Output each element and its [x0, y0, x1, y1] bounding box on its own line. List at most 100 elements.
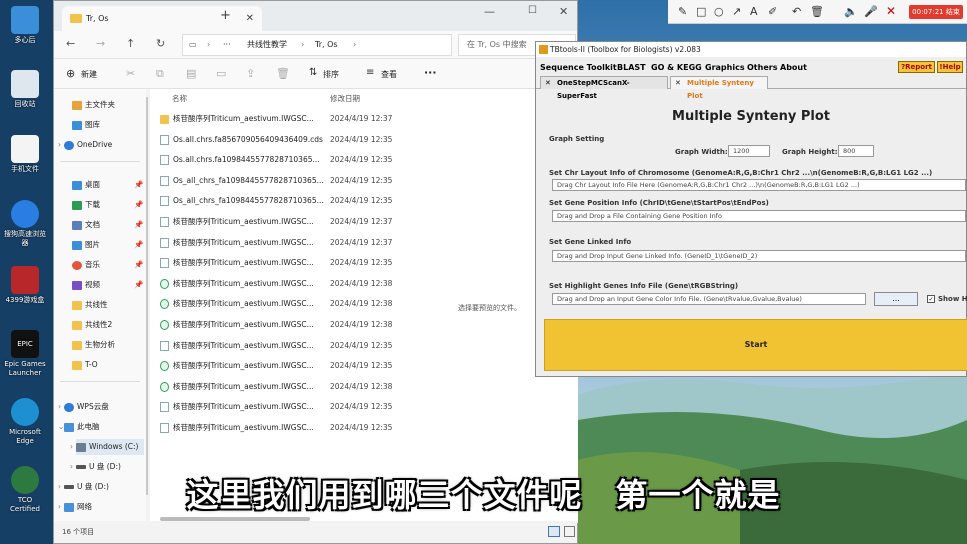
desktop-icon-sogou-browser[interactable]: 搜狗高速浏览器	[2, 200, 48, 248]
desktop-icon-game[interactable]: 4399游戏盒	[2, 266, 48, 305]
sidebar-item-pictures[interactable]: 图片 📌	[72, 237, 143, 253]
paste-icon[interactable]: ▤	[186, 67, 196, 80]
file-row[interactable]: 核苷酸序列Triticum_aestivum.IWGSC... 2024/4/19…	[160, 399, 430, 415]
file-row[interactable]: 核苷酸序列Triticum_aestivum.IWGSC... 2024/4/19…	[160, 235, 430, 251]
sidebar-item-music[interactable]: 音乐 📌	[72, 257, 143, 273]
breadcrumb-1[interactable]: 共线性教学	[247, 35, 287, 55]
undo-icon[interactable]: ↶	[792, 5, 801, 18]
recording-timer[interactable]: 00:07:21 结束	[909, 5, 963, 19]
up-icon[interactable]: ↑	[126, 37, 135, 50]
file-row[interactable]: 核苷酸序列Triticum_aestivum.IWGSC... 2024/4/19…	[160, 296, 430, 312]
menu-sequence-toolkit[interactable]: Sequence Toolkit	[540, 60, 617, 75]
file-row[interactable]: Os_all_chrs_fa109844557782871​0365... 202…	[160, 193, 430, 209]
sidebar-item-videos[interactable]: 视频 📌	[72, 277, 143, 293]
trash-icon[interactable]: 🗑	[276, 67, 290, 80]
file-row[interactable]: Os.all.chrs.fa85670905640943​6409.cds 202…	[160, 132, 430, 148]
window-close-icon[interactable]: ✕	[559, 5, 568, 18]
gene-linked-input[interactable]: Drag and Drop Input Gene Linked Info. (G…	[552, 250, 966, 262]
desktop-icon-edge[interactable]: Microsoft Edge	[2, 398, 48, 446]
sidebar-item-folder-3[interactable]: 生物分析	[72, 337, 115, 353]
circle-icon[interactable]: ○	[714, 5, 724, 18]
sidebar-item-gallery[interactable]: 图库	[72, 117, 100, 133]
explorer-tab[interactable]: Tr, Os ✕	[62, 6, 262, 31]
file-row[interactable]: 核苷酸序列Triticum_aestivum.IWGSC... 2024/4/19…	[160, 358, 430, 374]
sort-button[interactable]: 排序	[323, 69, 339, 80]
close-tab-icon[interactable]: ✕	[545, 77, 551, 90]
delete-icon[interactable]: 🗑	[810, 5, 824, 18]
menu-others[interactable]: Others	[747, 60, 777, 75]
sidebar-item-home[interactable]: 主文件夹	[72, 97, 115, 113]
file-row[interactable]: 核苷酸序列Triticum_aestivum.IWGSC... 2024/4/19…	[160, 338, 430, 354]
sidebar-item-folder-4[interactable]: T-O	[72, 357, 98, 373]
close-icon[interactable]: ✕	[886, 4, 896, 18]
new-button[interactable]: 新建	[81, 69, 97, 80]
file-row[interactable]: Os.all.chrs.fa109844557782871​0365... 202…	[160, 152, 430, 168]
desktop-icon-recycle-bin[interactable]: 回收站	[2, 70, 48, 109]
breadcrumb-2[interactable]: Tr, Os	[315, 35, 338, 55]
address-bar[interactable]: ▭ › ··· 共线性教学 › Tr, Os ›	[182, 34, 452, 56]
sidebar-item-wps[interactable]: › WPS云盘	[58, 399, 109, 415]
view-button[interactable]: 查看	[381, 69, 397, 80]
file-row[interactable]: Os_all_chrs_fa109844557782871​0365... 202…	[160, 173, 430, 189]
highlight-genes-input[interactable]: Drag and Drop an Input Gene Color Info F…	[552, 293, 866, 305]
sidebar-item-onedrive[interactable]: › OneDrive	[58, 137, 112, 153]
arrow-icon[interactable]: ↗	[732, 5, 741, 18]
highlighter-icon[interactable]: ✐	[768, 5, 777, 18]
pen-icon[interactable]: ✎	[678, 5, 687, 18]
file-row[interactable]: 核苷酸序列Triticum_aestivum.IWGSC... 2024/4/19…	[160, 276, 430, 292]
desktop-icon-computer[interactable]: 多心后	[2, 6, 48, 45]
desktop-icon-file[interactable]: 手机文件	[2, 135, 48, 174]
file-row[interactable]: 核苷酸序列Triticum_aestivum.IWGSC... 2024/4/19…	[160, 255, 430, 271]
sidebar-item-folder-2[interactable]: 共线性2	[72, 317, 112, 333]
close-tab-icon[interactable]: ✕	[246, 6, 254, 31]
chr-layout-input[interactable]: Drag Chr Layout Info File Here (GenomeA:…	[552, 179, 966, 191]
start-button[interactable]: Start	[544, 319, 967, 371]
forward-icon[interactable]: →	[96, 37, 105, 50]
column-header-name[interactable]: 名称	[172, 93, 187, 104]
graph-height-input[interactable]: 800	[838, 145, 874, 157]
file-row[interactable]: 核苷酸序列Triticum_aestivum.IWGSC... 2024/4/19…	[160, 379, 430, 395]
sidebar-item-documents[interactable]: 文档 📌	[72, 217, 143, 233]
rectangle-icon[interactable]: □	[696, 5, 706, 18]
column-header-date[interactable]: 修改日期	[330, 93, 360, 104]
maximize-icon[interactable]: ☐	[528, 5, 537, 16]
cut-icon[interactable]: ✂	[126, 67, 135, 80]
sidebar-item-drive-c[interactable]: › Windows (C:)	[70, 439, 144, 455]
tab-multiple-synteny-plot[interactable]: ✕ Multiple Synteny Plot	[670, 76, 768, 100]
sidebar-scrollbar[interactable]	[146, 97, 148, 495]
minimize-icon[interactable]: —	[484, 5, 495, 18]
tab-onestep-mcscanx[interactable]: ✕ OneStepMCScanX-SuperFast	[540, 76, 668, 100]
menu-go-kegg[interactable]: GO & KEGG	[651, 60, 702, 75]
sidebar-item-desktop[interactable]: 桌面 📌	[72, 177, 143, 193]
report-button[interactable]: ?Report	[898, 61, 935, 73]
microphone-icon[interactable]: 🎤	[864, 5, 878, 18]
back-icon[interactable]: ←	[66, 37, 75, 50]
text-icon[interactable]: A	[750, 5, 758, 18]
new-tab-icon[interactable]: +	[220, 8, 231, 23]
copy-icon[interactable]: ⧉	[156, 67, 164, 81]
details-view-icon[interactable]	[548, 526, 560, 537]
close-tab-icon[interactable]: ✕	[675, 77, 681, 90]
desktop-icon-epic[interactable]: EPIC Epic Games Launcher	[2, 330, 48, 378]
gene-position-input[interactable]: Drag and Drop a File Containing Gene Pos…	[552, 210, 966, 222]
show-highlight-checkbox[interactable]: ✓	[927, 295, 935, 303]
speaker-icon[interactable]: 🔈	[844, 5, 858, 18]
tiles-view-icon[interactable]	[564, 526, 575, 537]
menu-about[interactable]: About	[780, 60, 807, 75]
file-row[interactable]: 核苷酸序列Triticum_aestivum.IWGSC... 2024/4/19…	[160, 214, 430, 230]
sidebar-item-this-pc[interactable]: ⌄ 此电脑	[58, 419, 100, 435]
rename-icon[interactable]: ▭	[216, 67, 226, 80]
browse-button[interactable]: ...	[874, 292, 918, 306]
menu-blast[interactable]: BLAST	[617, 60, 646, 75]
file-row[interactable]: 核苷酸序列Triticum_aestivum.IWGSC... 2024/4/19…	[160, 420, 430, 436]
sidebar-item-folder-1[interactable]: 共线性	[72, 297, 108, 313]
refresh-icon[interactable]: ↻	[156, 37, 165, 50]
file-row[interactable]: 核苷酸序列Triticum_aestivum.IWGSC... 2024/4/19…	[160, 111, 430, 127]
graph-width-input[interactable]: 1200	[728, 145, 770, 157]
menu-graphics[interactable]: Graphics	[705, 60, 745, 75]
help-button[interactable]: !Help	[937, 61, 963, 73]
sidebar-item-downloads[interactable]: 下载 📌	[72, 197, 143, 213]
share-icon[interactable]: ⇪	[246, 67, 255, 80]
more-button[interactable]: ···	[424, 66, 437, 79]
file-row[interactable]: 核苷酸序列Triticum_aestivum.IWGSC... 2024/4/19…	[160, 317, 430, 333]
